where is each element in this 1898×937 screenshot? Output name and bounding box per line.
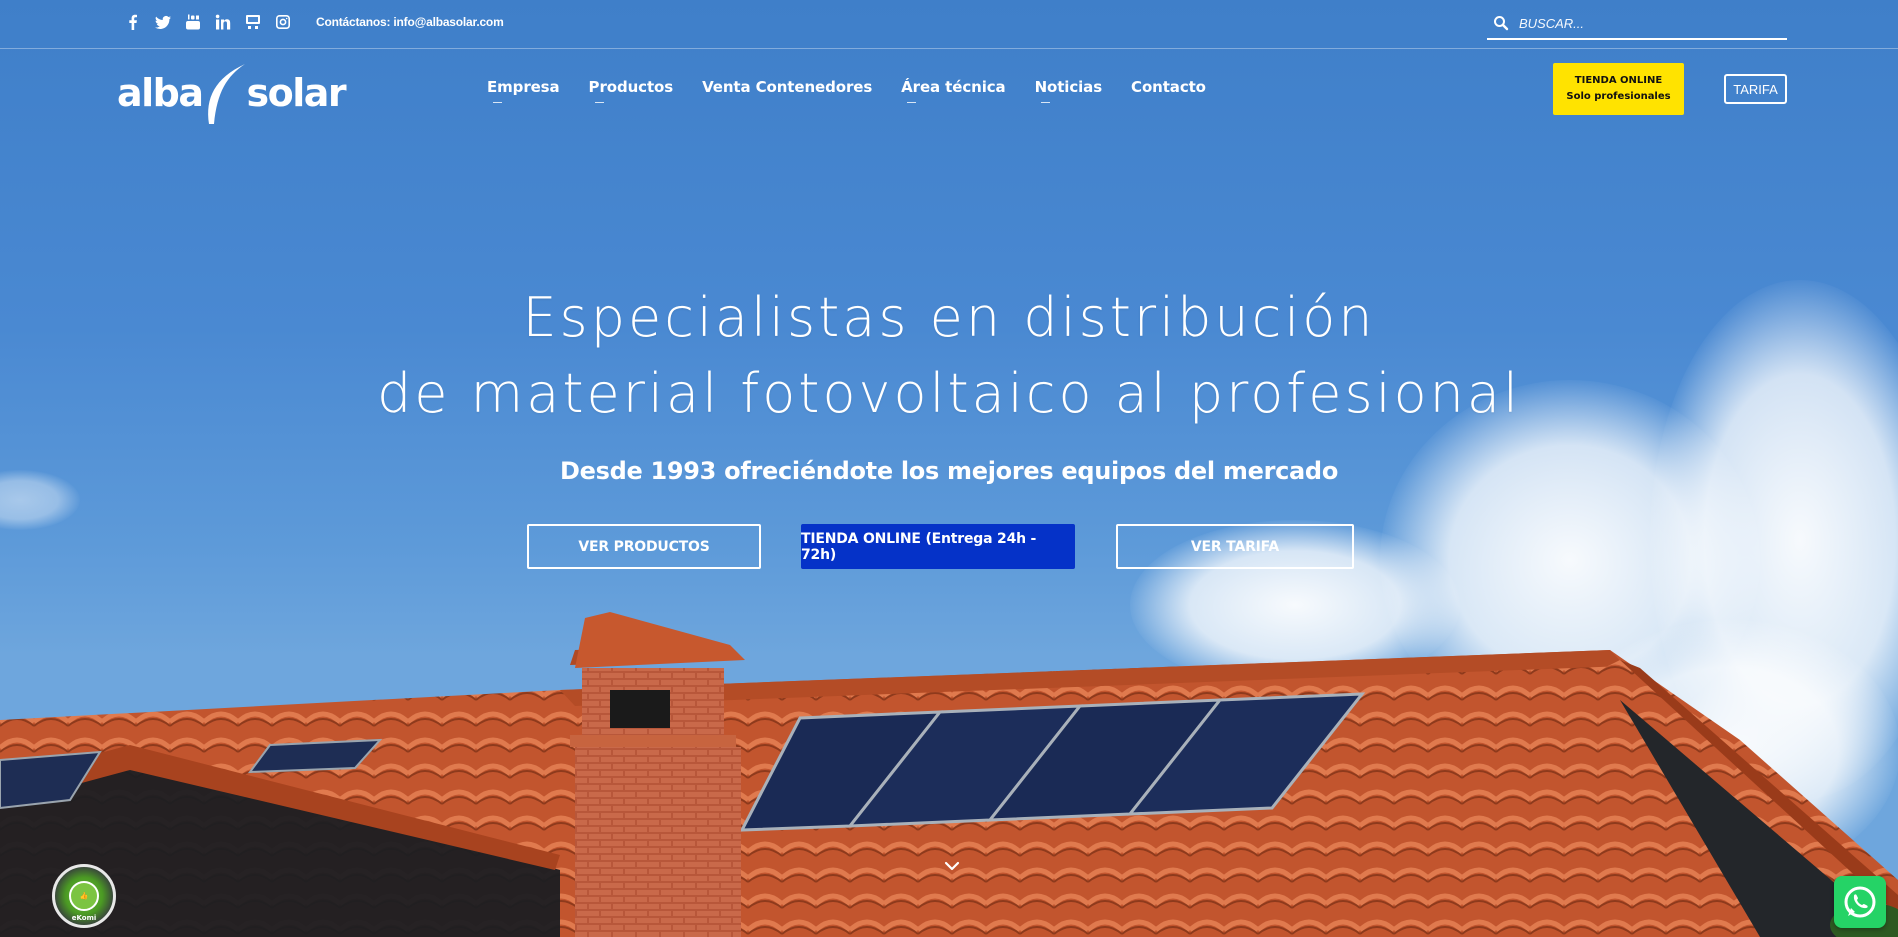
nav-dropdown-indicator	[1040, 102, 1050, 103]
youtube-icon[interactable]	[184, 13, 202, 31]
nav-item-noticias[interactable]: Noticias	[1034, 78, 1103, 103]
nav-label: Empresa	[487, 78, 560, 96]
nav-label: Contacto	[1131, 78, 1206, 96]
hero-title: Especialistas en distribución de materia…	[0, 280, 1898, 432]
scroll-down-chevron-icon[interactable]	[943, 860, 961, 872]
logo-text-solar: solar	[246, 71, 347, 115]
hero-subtitle: Desde 1993 ofreciéndote los mejores equi…	[559, 457, 1339, 485]
twitter-icon[interactable]	[154, 13, 172, 31]
view-tarifa-button[interactable]: VER TARIFA	[1116, 524, 1354, 569]
nav-item-productos[interactable]: Productos	[588, 78, 674, 103]
hero-title-line1: Especialistas en distribución	[522, 286, 1376, 349]
nav-dropdown-indicator	[493, 102, 502, 103]
search-input[interactable]	[1519, 15, 1769, 31]
store-button-line2: Solo profesionales	[1566, 91, 1671, 102]
nav-item-venta-contenedores[interactable]: Venta Contenedores	[702, 78, 872, 96]
contact-email[interactable]: Contáctanos: info@albasolar.com	[316, 15, 504, 29]
nav-dropdown-indicator	[907, 102, 917, 103]
view-products-button[interactable]: VER PRODUCTOS	[527, 524, 761, 569]
nav-label: Productos	[588, 78, 674, 96]
nav-dropdown-indicator	[594, 102, 604, 103]
social-links	[124, 13, 292, 31]
logo-swoosh-icon	[207, 64, 245, 124]
search-box	[1487, 8, 1787, 40]
thumbs-up-icon: 👍	[69, 881, 99, 911]
main-nav: Empresa Productos Venta Contenedores Áre…	[487, 78, 1206, 103]
linkedin-icon[interactable]	[214, 13, 232, 31]
nav-label: Venta Contenedores	[702, 78, 873, 96]
online-store-button[interactable]: TIENDA ONLINE Solo profesionales	[1553, 63, 1684, 115]
facebook-icon[interactable]	[124, 13, 142, 31]
online-store-delivery-button[interactable]: TIENDA ONLINE (Entrega 24h - 72h)	[801, 524, 1075, 569]
whatsapp-chat-button[interactable]	[1834, 876, 1886, 928]
ekomi-seal-badge[interactable]: 👍 eKomi	[52, 864, 116, 928]
top-bar: Contáctanos: info@albasolar.com	[0, 0, 1898, 49]
site-logo[interactable]: alba solar	[117, 58, 347, 128]
nav-item-empresa[interactable]: Empresa	[487, 78, 560, 103]
nav-item-area-tecnica[interactable]: Área técnica	[901, 78, 1006, 103]
nav-label: Noticias	[1034, 78, 1103, 96]
nav-label: Área técnica	[901, 78, 1006, 96]
logo-text-alba: alba	[117, 71, 204, 115]
ekomi-label: eKomi	[71, 914, 97, 922]
search-icon[interactable]	[1493, 15, 1509, 31]
store-button-line1: TIENDA ONLINE	[1574, 75, 1663, 86]
hero-title-line2: de material fotovoltaico al profesional	[377, 362, 1521, 425]
nav-item-contacto[interactable]: Contacto	[1131, 78, 1206, 96]
tarifa-button[interactable]: TARIFA	[1724, 74, 1787, 104]
rss-icon[interactable]	[244, 13, 262, 31]
instagram-icon[interactable]	[274, 13, 292, 31]
whatsapp-icon	[1844, 886, 1876, 918]
